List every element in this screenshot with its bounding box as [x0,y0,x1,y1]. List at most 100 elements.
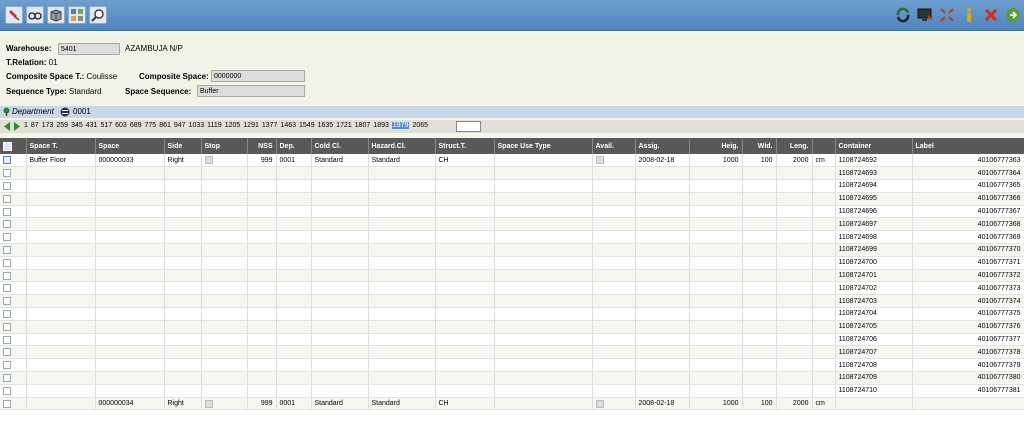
page-link[interactable]: 603 [115,122,127,129]
page-link[interactable]: 1979 [391,122,410,129]
table-row[interactable]: 1108724701 40106777372 [0,269,1024,283]
pin-icon[interactable] [5,6,23,24]
col-header-space-use-type[interactable]: Space Use Type [494,138,593,154]
row-checkbox[interactable] [3,169,11,178]
glasses-icon[interactable] [26,6,44,24]
refresh-icon[interactable] [894,6,912,24]
page-link[interactable]: 1291 [243,122,259,129]
page-link[interactable]: 345 [71,122,83,129]
page-link[interactable]: 87 [31,122,39,129]
col-header-cold-class[interactable]: Cold Cl. [311,138,369,154]
row-checkbox[interactable] [3,297,11,306]
next-page-icon[interactable] [13,122,21,133]
row-checkbox[interactable] [3,361,11,370]
page-link[interactable]: 1463 [280,122,296,129]
col-header-container[interactable]: Container [835,138,913,154]
page-link[interactable]: 861 [159,122,171,129]
page-link[interactable]: 775 [145,122,157,129]
table-row[interactable]: 000000034 Right 999 0001 Standard Standard CH 2… [0,397,1024,411]
warehouse-field[interactable]: 5401 [58,43,120,55]
table-row[interactable]: 1108724695 40106777366 [0,192,1024,206]
table-row[interactable]: 1108724693 40106777364 [0,166,1024,181]
col-header-hazard-class[interactable]: Hazard.Cl. [368,138,436,154]
table-row[interactable]: 1108724704 40106777375 [0,307,1024,321]
row-checkbox[interactable] [3,284,11,293]
row-checkbox[interactable] [3,335,11,344]
page-link[interactable]: 1807 [355,122,371,129]
row-checkbox[interactable] [3,373,11,382]
col-header-dep[interactable]: Dep. [276,138,312,154]
row-checkbox[interactable] [3,399,11,408]
row-checkbox[interactable] [3,245,11,254]
prev-page-icon[interactable] [3,122,11,133]
row-checkbox[interactable] [3,258,11,267]
table-row[interactable]: 1108724699 40106777370 [0,243,1024,257]
monitor-icon[interactable] [916,6,934,24]
table-row[interactable]: 1108724696 40106777367 [0,205,1024,219]
table-row[interactable]: 1108724708 40106777379 [0,358,1024,373]
row-checkbox[interactable] [3,322,11,331]
info-icon[interactable] [960,6,978,24]
row-checkbox[interactable] [3,348,11,357]
page-jump-input[interactable] [456,121,481,132]
table-row[interactable]: Buffer Floor 000000033 Right 999 0001 Standar… [0,154,1024,168]
col-header-length[interactable]: Leng. [776,138,813,154]
row-checkbox[interactable] [3,156,11,165]
col-header-height[interactable]: Heig. [689,138,743,154]
close-icon[interactable] [982,6,1000,24]
table-row[interactable]: 1108724694 40106777365 [0,179,1024,193]
table-row[interactable]: 1108724706 40106777377 [0,333,1024,347]
page-link[interactable]: 1205 [225,122,241,129]
expand-icon[interactable] [938,6,956,24]
row-checkbox[interactable] [3,220,11,229]
row-checkbox[interactable] [3,309,11,318]
page-link[interactable]: 259 [56,122,68,129]
table-row[interactable]: 1108724709 40106777380 [0,371,1024,385]
col-header-width[interactable]: Wid. [742,138,777,154]
row-checkbox[interactable] [3,207,11,216]
select-all-checkbox[interactable] [0,138,27,154]
table-row[interactable]: 1108724703 40106777374 [0,294,1024,309]
page-link[interactable]: 1721 [336,122,352,129]
page-link[interactable]: 431 [86,122,98,129]
department-toggle-icon[interactable] [60,107,70,119]
table-row[interactable]: 1108724700 40106777371 [0,256,1024,270]
table-row[interactable]: 1108724705 40106777376 [0,320,1024,334]
col-header-space-type[interactable]: Space T. [26,138,96,154]
page-link[interactable]: 1377 [262,122,278,129]
page-link[interactable]: 689 [130,122,142,129]
table-row[interactable]: 1108724697 40106777368 [0,217,1024,232]
col-header-assig[interactable]: Assig. [635,138,690,154]
page-link[interactable]: 173 [42,122,54,129]
row-checkbox[interactable] [3,386,11,395]
space-sequence-field[interactable]: Buffer [197,85,305,97]
col-header-nss[interactable]: NSS [247,138,277,154]
row-checkbox[interactable] [3,233,11,242]
page-link[interactable]: 2065 [412,122,428,129]
table-row[interactable]: 1108724702 40106777373 [0,281,1024,296]
table-row[interactable]: 1108724698 40106777369 [0,230,1024,245]
table-row[interactable]: 1108724710 40106777381 [0,384,1024,398]
row-checkbox[interactable] [3,194,11,203]
col-header-label[interactable]: Label [912,138,1024,154]
table-row[interactable]: 1108724707 40106777378 [0,345,1024,360]
row-checkbox[interactable] [3,181,11,190]
page-link[interactable]: 1119 [207,122,222,129]
page-link[interactable]: 517 [100,122,112,129]
page-link[interactable]: 1549 [299,122,315,129]
page-link[interactable]: 1033 [189,122,205,129]
magnifier-icon[interactable] [89,6,107,24]
col-header-avail[interactable]: Avail. [592,138,636,154]
box-icon[interactable] [47,6,65,24]
page-link[interactable]: 947 [174,122,186,129]
page-link[interactable]: 1635 [318,122,334,129]
col-header-struct-type[interactable]: Struct.T. [435,138,495,154]
grid-icon[interactable] [68,6,86,24]
exit-icon[interactable] [1004,6,1022,24]
col-header-unit[interactable] [812,138,836,154]
col-header-side[interactable]: Side [164,138,202,154]
row-checkbox[interactable] [3,271,11,280]
page-link[interactable]: 1 [24,122,28,129]
col-header-space[interactable]: Space [95,138,165,154]
col-header-stop[interactable]: Stop [201,138,248,154]
